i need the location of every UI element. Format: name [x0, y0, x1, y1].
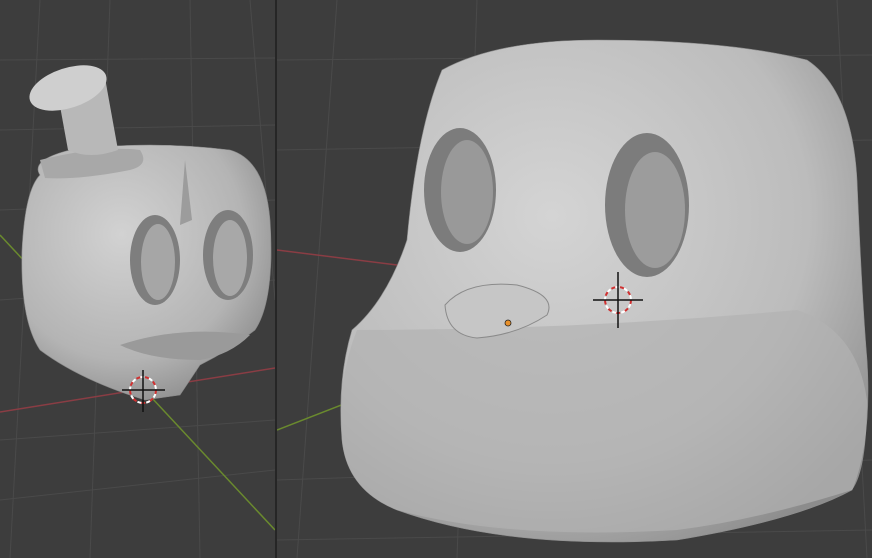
head-mesh-left	[21, 65, 272, 401]
3d-viewport-left[interactable]	[0, 0, 275, 558]
3d-viewport-right[interactable]	[277, 0, 872, 558]
viewport-scene-left	[0, 0, 275, 558]
origin-point-icon[interactable]	[504, 319, 512, 327]
head-mesh-right	[340, 39, 869, 543]
viewport-scene-right	[277, 0, 872, 558]
